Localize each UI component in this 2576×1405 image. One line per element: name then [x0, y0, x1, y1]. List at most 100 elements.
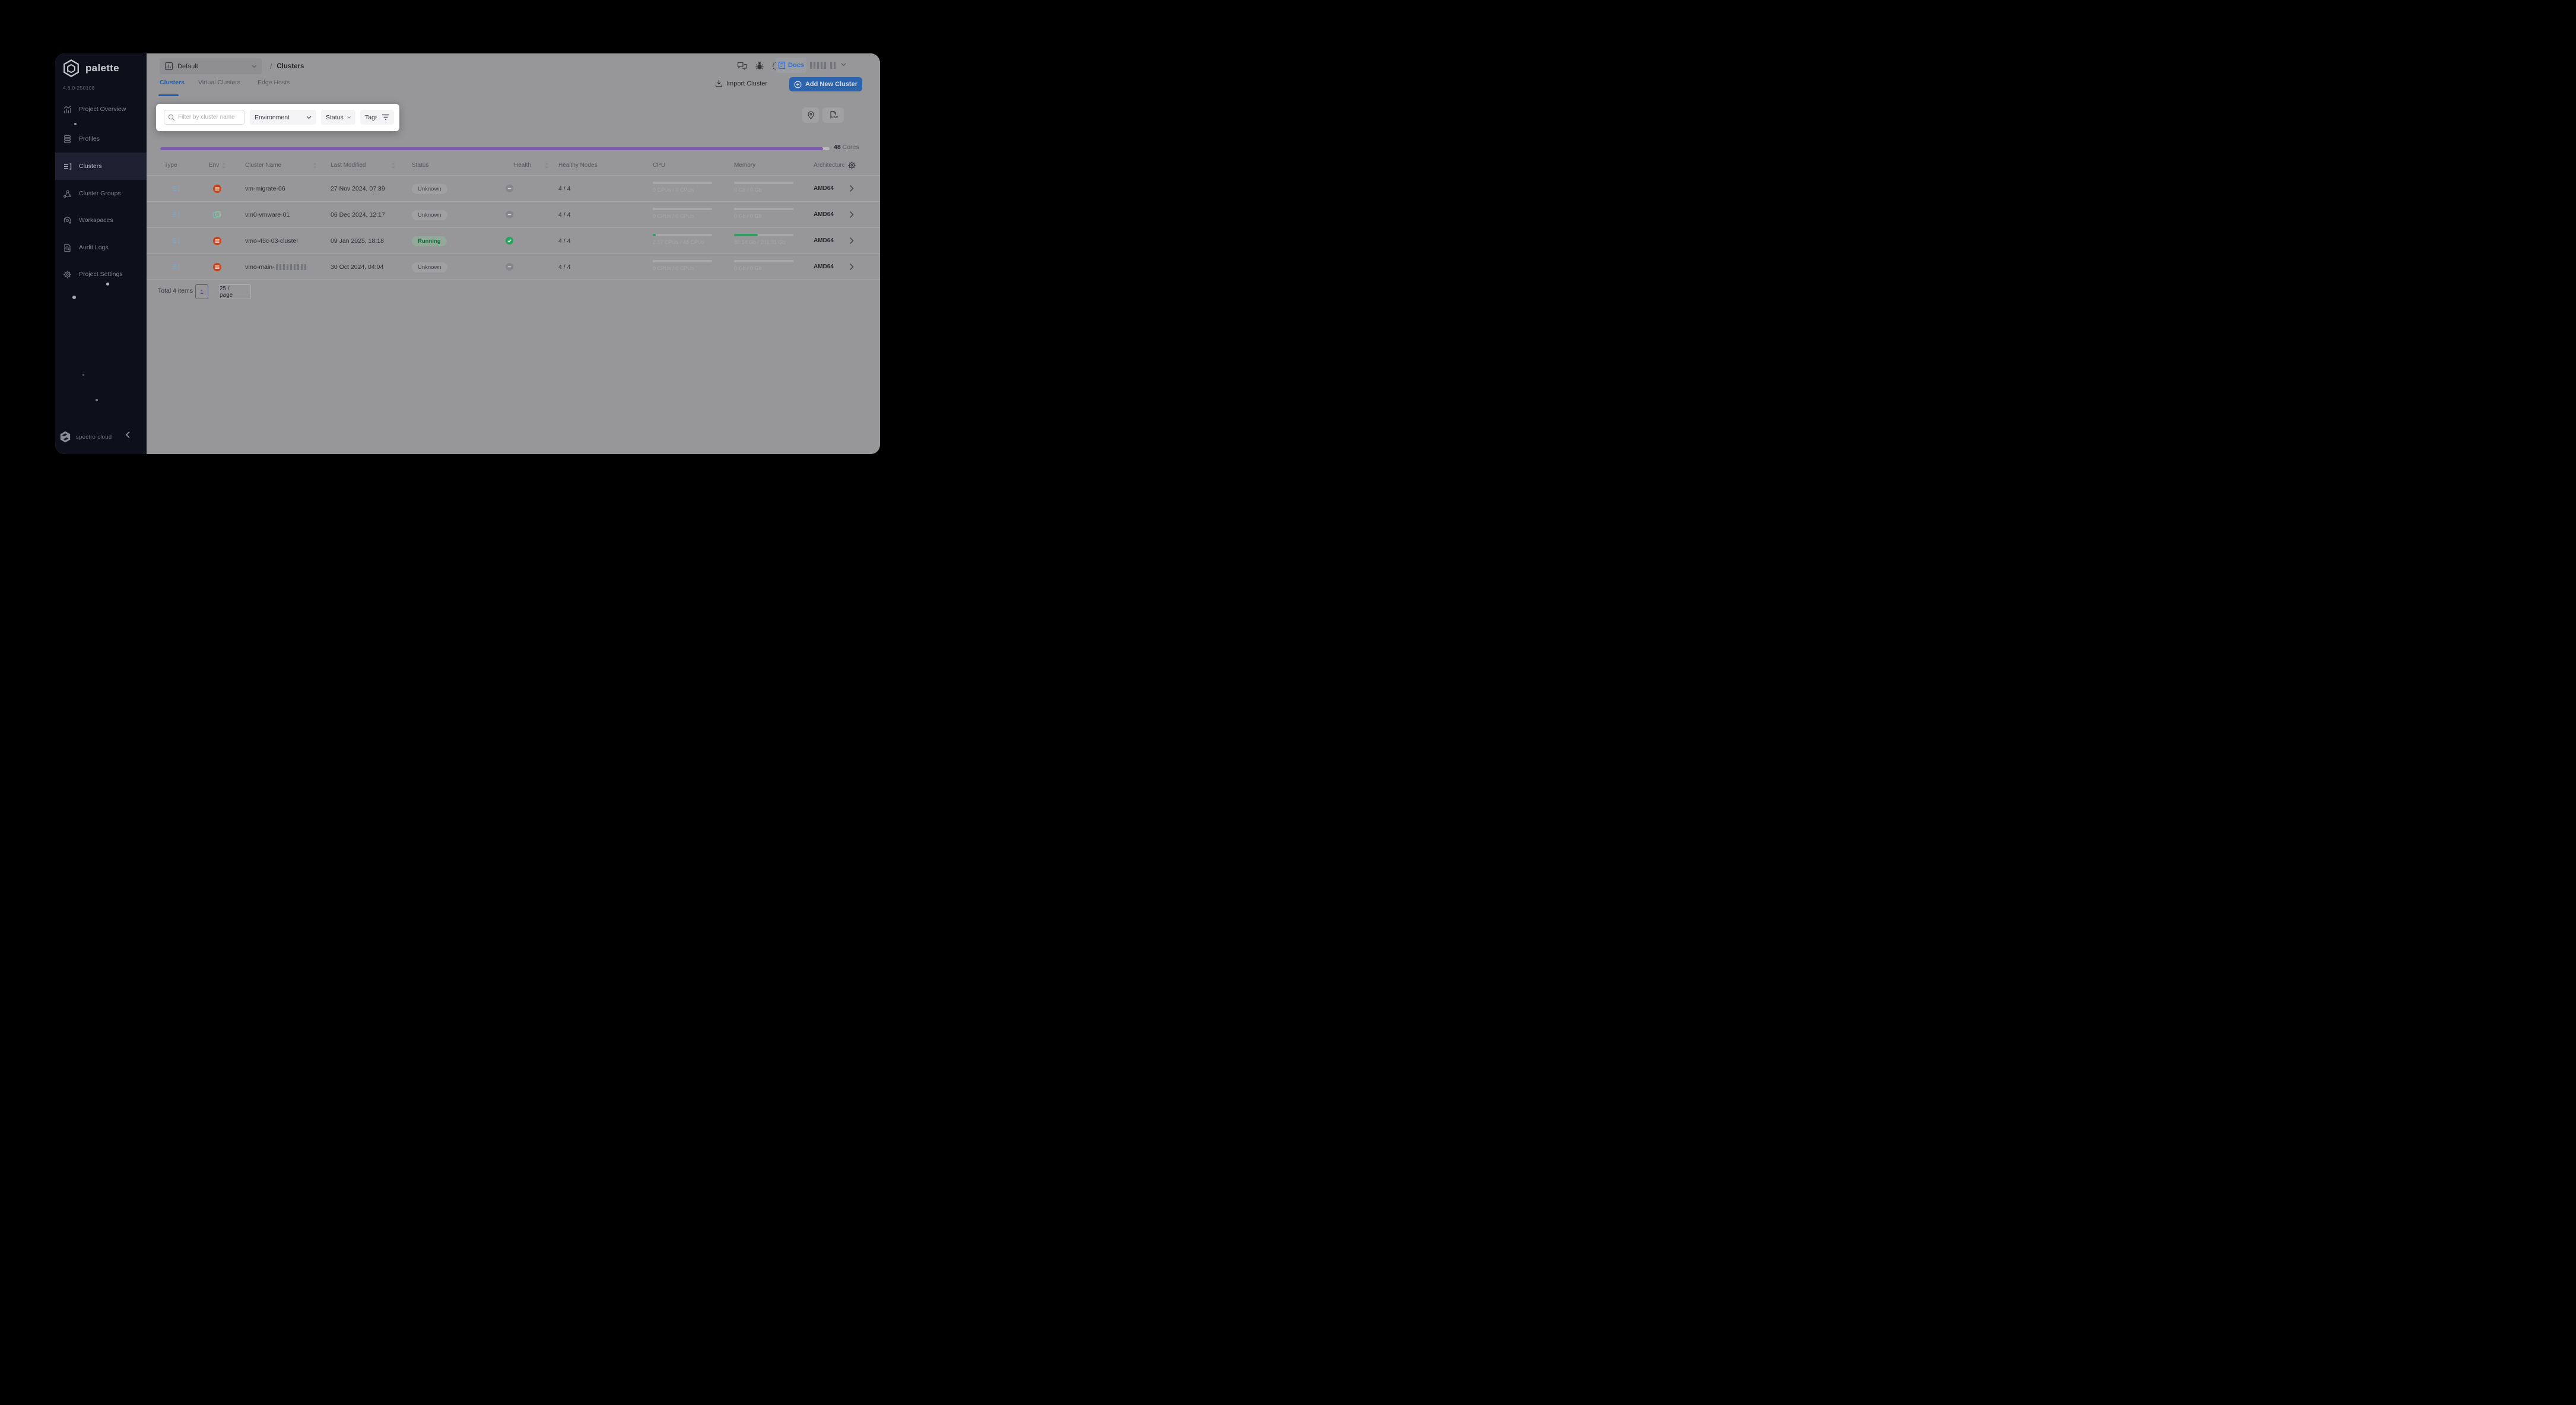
add-new-cluster-label: Add New Cluster: [805, 81, 857, 88]
docs-button[interactable]: Docs: [776, 58, 806, 73]
filter-bar: Environment Status Tags: [156, 104, 399, 131]
healthy-nodes: 4 / 4: [558, 237, 571, 245]
tab-edge-hosts[interactable]: Edge Hosts: [258, 79, 290, 92]
docs-label: Docs: [788, 62, 804, 69]
table-row[interactable]: vmo-main- 30 Oct 2024, 04:04 Unknown 4 /…: [147, 253, 880, 280]
row-chevron-right-icon[interactable]: [849, 237, 854, 245]
app-window: palette 4.6.0-250108 Project Overview Pr…: [55, 53, 880, 454]
col-last-modified[interactable]: Last Modified: [331, 162, 395, 169]
user-menu-chevron-icon[interactable]: [841, 63, 846, 66]
layers-icon: [63, 135, 72, 144]
environment-dropdown[interactable]: Environment: [250, 110, 316, 125]
status-badge: Running: [412, 235, 447, 246]
sidebar-item-label: Cluster Groups: [79, 190, 121, 197]
feedback-chat-icon[interactable]: [736, 60, 748, 72]
row-chevron-right-icon[interactable]: [849, 185, 854, 192]
sidebar-item-audit-logs[interactable]: Audit Logs: [55, 234, 147, 261]
search-icon: [168, 114, 175, 121]
cluster-name[interactable]: vmo-main-: [245, 264, 308, 271]
health-unknown-icon: [506, 211, 513, 218]
breadcrumb-separator: /: [270, 62, 272, 71]
sort-icon: [545, 162, 549, 169]
import-cluster-button[interactable]: Import Cluster: [715, 80, 767, 87]
cluster-name[interactable]: vm-migrate-06: [245, 185, 285, 192]
chevron-down-icon: [306, 116, 312, 119]
active-tab-indicator: [158, 94, 179, 96]
col-cluster-name[interactable]: Cluster Name: [245, 162, 317, 169]
current-page-button[interactable]: 1: [195, 284, 208, 299]
status-dropdown[interactable]: Status: [321, 110, 355, 125]
health-unknown-icon: [506, 263, 513, 271]
cores-value: 48: [834, 144, 841, 151]
breadcrumb: / Clusters: [270, 58, 304, 74]
decorative-dot: [72, 296, 76, 299]
table-row[interactable]: vm-migrate-06 27 Nov 2024, 07:39 Unknown…: [147, 175, 880, 201]
status-badge: Unknown: [412, 209, 447, 220]
sidebar-item-label: Workspaces: [79, 217, 113, 224]
cluster-name[interactable]: vm0-vmware-01: [245, 211, 290, 218]
sidebar-item-label: Project Overview: [79, 106, 126, 113]
sidebar-item-profiles[interactable]: Profiles: [55, 125, 147, 153]
cpu-usage-bar: [653, 208, 712, 210]
col-cpu: CPU: [653, 162, 666, 169]
project-selector[interactable]: Default: [160, 58, 262, 74]
decorative-dot: [74, 123, 77, 125]
tags-label: Tags: [365, 113, 379, 121]
sidebar-item-clusters[interactable]: Clusters: [55, 153, 147, 180]
next-page-button[interactable]: ›: [210, 287, 212, 295]
environment-label: Environment: [255, 113, 290, 121]
last-modified: 09 Jan 2025, 18:18: [331, 237, 384, 245]
sidebar-item-project-overview[interactable]: Project Overview: [55, 96, 147, 123]
col-env[interactable]: Env: [209, 162, 226, 169]
cluster-type-icon: [171, 184, 180, 193]
collapse-sidebar-icon[interactable]: [125, 431, 131, 439]
memory-usage-bar: [734, 208, 793, 210]
add-new-cluster-button[interactable]: Add New Cluster: [789, 77, 862, 91]
page-size-value: 25 / page: [220, 285, 233, 299]
cluster-name[interactable]: vmo-45c-03-cluster: [245, 237, 298, 245]
chevron-down-icon: [252, 65, 257, 68]
tab-virtual-clusters[interactable]: Virtual Clusters: [198, 79, 240, 92]
csv-file-icon: CSV: [830, 110, 838, 119]
row-chevron-right-icon[interactable]: [849, 263, 854, 271]
cluster-type-icon: [171, 236, 180, 245]
column-settings-gear-icon[interactable]: [847, 161, 856, 170]
brand: palette: [62, 59, 119, 78]
sidebar-item-label: Audit Logs: [79, 244, 109, 251]
map-pin-icon: [807, 111, 814, 119]
tab-clusters[interactable]: Clusters: [160, 79, 185, 92]
prev-page-button[interactable]: ‹: [188, 287, 190, 295]
last-modified: 30 Oct 2024, 04:04: [331, 264, 384, 271]
user-name-redacted[interactable]: [810, 62, 828, 69]
env-vmware-icon: [213, 211, 221, 219]
more-filters-button[interactable]: [377, 110, 394, 125]
env-openshift-icon: [213, 237, 221, 245]
env-openshift-icon: [213, 263, 221, 271]
sidebar-item-workspaces[interactable]: Workspaces: [55, 207, 147, 234]
table-body: vm-migrate-06 27 Nov 2024, 07:39 Unknown…: [147, 175, 880, 280]
sidebar-item-project-settings[interactable]: Project Settings: [55, 261, 147, 288]
sort-icon: [391, 162, 395, 169]
search-input[interactable]: [178, 114, 240, 120]
export-csv-button[interactable]: CSV: [822, 107, 844, 123]
col-health[interactable]: Health: [514, 162, 549, 169]
book-icon: [778, 61, 786, 69]
import-cluster-label: Import Cluster: [726, 80, 768, 87]
sidebar-item-cluster-groups[interactable]: Cluster Groups: [55, 180, 147, 207]
memory-usage-text: 0 Gb / 0 Gb: [734, 187, 762, 193]
screenshot-canvas: palette 4.6.0-250108 Project Overview Pr…: [0, 0, 914, 499]
map-view-button[interactable]: [802, 107, 819, 123]
cores-usage-fill: [160, 147, 823, 150]
user-avatar-redacted: [830, 62, 837, 69]
page-size-select[interactable]: 25 / page: [219, 284, 251, 299]
col-architecture: Architecture: [814, 162, 844, 169]
col-memory: Memory: [734, 162, 756, 169]
import-icon: [715, 80, 723, 87]
bug-report-icon[interactable]: [754, 60, 766, 72]
col-healthy-nodes: Healthy Nodes: [558, 162, 598, 169]
project-selector-value: Default: [177, 62, 198, 70]
row-chevron-right-icon[interactable]: [849, 211, 854, 218]
table-row[interactable]: vmo-45c-03-cluster 09 Jan 2025, 18:18 Ru…: [147, 227, 880, 253]
cpu-usage-text: 2.17 CPUs / 48 CPUs: [653, 239, 705, 245]
table-row[interactable]: vm0-vmware-01 06 Dec 2024, 12:17 Unknown…: [147, 201, 880, 227]
